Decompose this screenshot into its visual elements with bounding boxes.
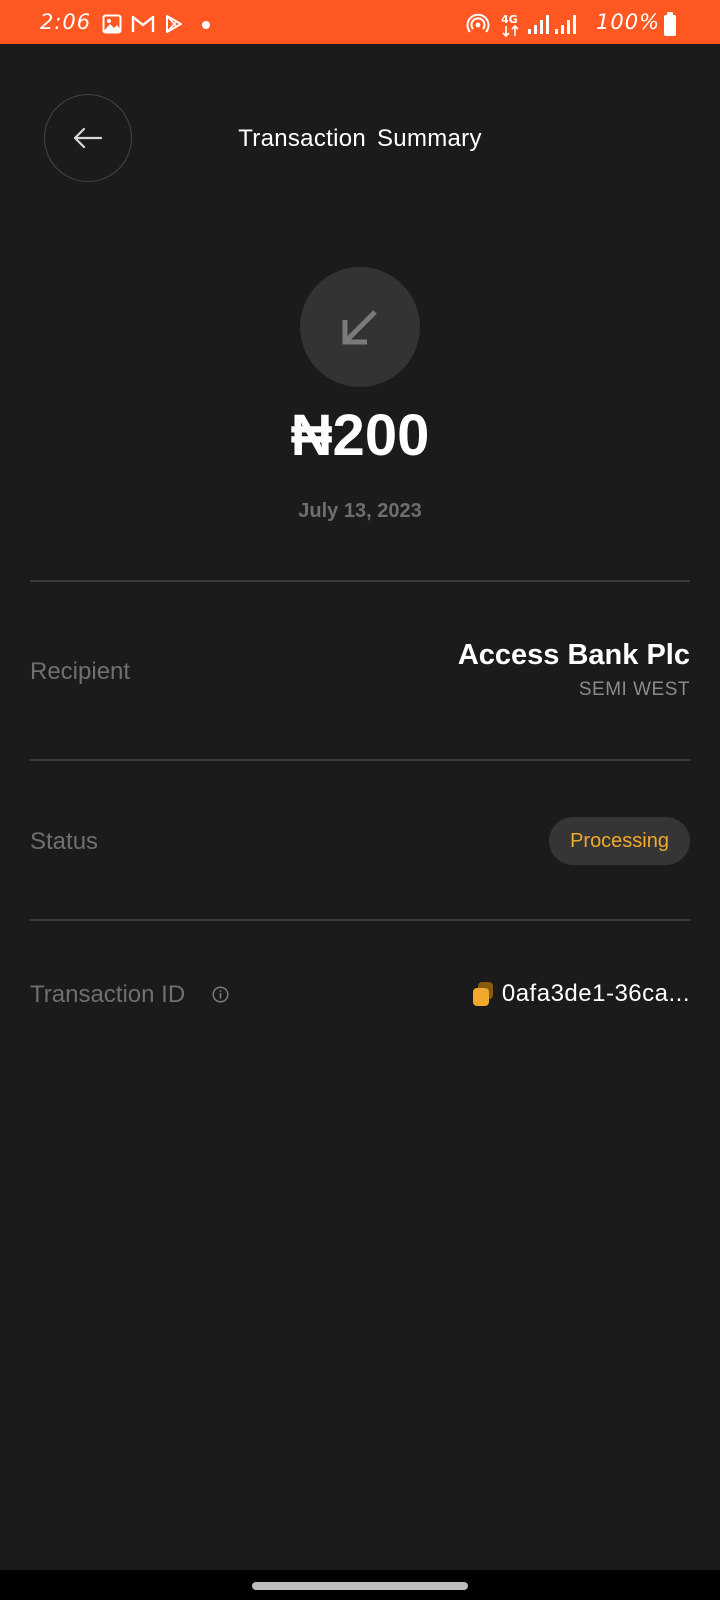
back-button[interactable] <box>44 94 132 182</box>
svg-text:4G: 4G <box>501 13 518 26</box>
divider <box>30 919 690 921</box>
divider <box>30 759 690 761</box>
gallery-icon <box>102 14 122 34</box>
recipient-label: Recipient <box>30 658 131 685</box>
gmail-icon <box>131 14 155 34</box>
signal-icon <box>527 13 549 35</box>
battery-percentage: 100% <box>596 10 661 34</box>
arrow-down-left-icon <box>342 310 377 345</box>
play-store-icon <box>164 14 184 34</box>
recipient-account-name: SEMI WEST <box>578 679 690 700</box>
notification-dot-icon <box>202 21 210 29</box>
info-icon[interactable] <box>212 986 229 1003</box>
status-label: Status <box>30 828 99 855</box>
home-indicator[interactable] <box>252 1582 468 1590</box>
hotspot-icon <box>466 13 490 35</box>
status-badge: Processing <box>549 817 690 865</box>
transaction-id-value: 0afa3de1-36ca... <box>501 980 690 1007</box>
status-bar: 2:06 4G 100% <box>0 0 720 44</box>
divider <box>30 580 690 582</box>
network-4g-icon: 4G <box>500 12 522 38</box>
transaction-amount: ₦200 <box>290 403 430 468</box>
battery-icon <box>664 12 676 36</box>
transaction-id-label: Transaction ID <box>30 981 186 1008</box>
arrow-left-icon <box>73 127 103 149</box>
page-title: Transaction Summary <box>238 125 482 152</box>
transaction-id-copy[interactable]: 0afa3de1-36ca... <box>471 978 690 1010</box>
status-time: 2:06 <box>40 10 92 34</box>
signal-icon <box>554 13 576 35</box>
copy-icon[interactable] <box>471 981 495 1007</box>
navigation-bar <box>0 1570 720 1600</box>
recipient-name: Access Bank Plc <box>457 639 690 671</box>
transaction-date: July 13, 2023 <box>298 500 422 522</box>
transaction-direction-badge <box>300 267 420 387</box>
